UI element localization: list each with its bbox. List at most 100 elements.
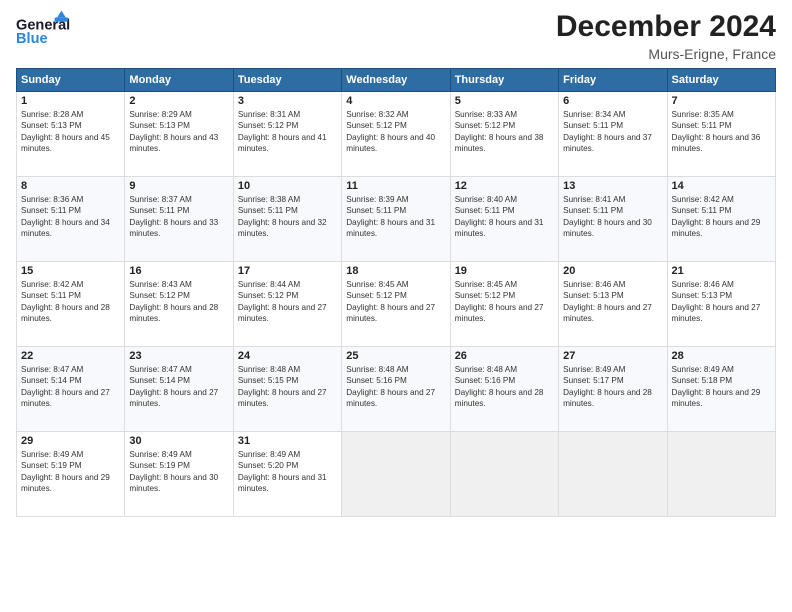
calendar-day-cell: 30 Sunrise: 8:49 AMSunset: 5:19 PMDayligh… [125,432,233,517]
day-number: 11 [346,180,445,192]
calendar-day-cell: 20Sunrise: 8:46 AMSunset: 5:13 PMDayligh… [559,262,667,347]
calendar-day-cell: 6 Sunrise: 8:34 AMSunset: 5:11 PMDaylight… [559,92,667,177]
day-info: Sunrise: 8:29 AMSunset: 5:13 PMDaylight:… [129,109,228,155]
day-number: 31 [238,435,337,447]
day-number: 28 [672,350,771,362]
day-info: Sunrise: 8:46 AMSunset: 5:13 PMDaylight:… [672,279,771,325]
calendar-day-header: Sunday [17,69,125,92]
day-info: Sunrise: 8:38 AMSunset: 5:11 PMDaylight:… [238,194,337,240]
logo-icon: General Blue [16,10,76,54]
calendar-day-cell: 24 Sunrise: 8:48 AMSunset: 5:15 PMDayligh… [233,347,341,432]
day-info: Sunrise: 8:36 AMSunset: 5:11 PMDaylight:… [21,194,120,240]
calendar-week-row: 29Sunrise: 8:49 AMSunset: 5:19 PMDayligh… [17,432,776,517]
day-number: 16 [129,265,228,277]
calendar-day-header: Tuesday [233,69,341,92]
calendar-day-cell: 2 Sunrise: 8:29 AMSunset: 5:13 PMDaylight… [125,92,233,177]
day-info: Sunrise: 8:31 AMSunset: 5:12 PMDaylight:… [238,109,337,155]
day-number: 18 [346,265,445,277]
day-number: 10 [238,180,337,192]
day-number: 14 [672,180,771,192]
day-number: 12 [455,180,554,192]
day-info: Sunrise: 8:42 AMSunset: 5:11 PMDaylight:… [21,279,120,325]
day-info: Sunrise: 8:35 AMSunset: 5:11 PMDaylight:… [672,109,771,155]
day-number: 9 [129,180,228,192]
day-number: 26 [455,350,554,362]
calendar-day-cell: 26 Sunrise: 8:48 AMSunset: 5:16 PMDayligh… [450,347,558,432]
day-info: Sunrise: 8:44 AMSunset: 5:12 PMDaylight:… [238,279,337,325]
calendar-day-cell: 9 Sunrise: 8:37 AMSunset: 5:11 PMDaylight… [125,177,233,262]
day-number: 8 [21,180,120,192]
calendar-day-cell: 10 Sunrise: 8:38 AMSunset: 5:11 PMDayligh… [233,177,341,262]
main-title: December 2024 [556,10,776,44]
calendar-day-cell: 18Sunrise: 8:45 AMSunset: 5:12 PMDayligh… [342,262,450,347]
day-info: Sunrise: 8:49 AMSunset: 5:19 PMDaylight:… [129,449,228,495]
subtitle: Murs-Erigne, France [556,46,776,62]
calendar-day-cell: 31 Sunrise: 8:49 AMSunset: 5:20 PMDayligh… [233,432,341,517]
day-number: 27 [563,350,662,362]
calendar-week-row: 8 Sunrise: 8:36 AMSunset: 5:11 PMDaylight… [17,177,776,262]
page: General Blue December 2024 Murs-Erigne, … [0,0,792,612]
day-info: Sunrise: 8:33 AMSunset: 5:12 PMDaylight:… [455,109,554,155]
day-number: 22 [21,350,120,362]
calendar-day-cell: 19Sunrise: 8:45 AMSunset: 5:12 PMDayligh… [450,262,558,347]
calendar-day-cell: 13 Sunrise: 8:41 AMSunset: 5:11 PMDayligh… [559,177,667,262]
day-info: Sunrise: 8:32 AMSunset: 5:12 PMDaylight:… [346,109,445,155]
calendar-day-cell: 17 Sunrise: 8:44 AMSunset: 5:12 PMDayligh… [233,262,341,347]
day-info: Sunrise: 8:48 AMSunset: 5:15 PMDaylight:… [238,364,337,410]
day-number: 3 [238,95,337,107]
day-number: 6 [563,95,662,107]
day-number: 15 [21,265,120,277]
calendar-day-cell: 27Sunrise: 8:49 AMSunset: 5:17 PMDayligh… [559,347,667,432]
day-number: 30 [129,435,228,447]
day-info: Sunrise: 8:49 AMSunset: 5:18 PMDaylight:… [672,364,771,410]
calendar-day-cell [342,432,450,517]
day-info: Sunrise: 8:49 AMSunset: 5:19 PMDaylight:… [21,449,120,495]
day-info: Sunrise: 8:49 AMSunset: 5:20 PMDaylight:… [238,449,337,495]
day-number: 20 [563,265,662,277]
day-info: Sunrise: 8:28 AMSunset: 5:13 PMDaylight:… [21,109,120,155]
day-info: Sunrise: 8:42 AMSunset: 5:11 PMDaylight:… [672,194,771,240]
day-info: Sunrise: 8:34 AMSunset: 5:11 PMDaylight:… [563,109,662,155]
calendar-day-header: Friday [559,69,667,92]
calendar-day-cell: 28 Sunrise: 8:49 AMSunset: 5:18 PMDayligh… [667,347,775,432]
day-number: 2 [129,95,228,107]
calendar-header-row: SundayMondayTuesdayWednesdayThursdayFrid… [17,69,776,92]
calendar-day-cell [559,432,667,517]
calendar-day-cell: 8 Sunrise: 8:36 AMSunset: 5:11 PMDaylight… [17,177,125,262]
day-info: Sunrise: 8:48 AMSunset: 5:16 PMDaylight:… [346,364,445,410]
day-info: Sunrise: 8:47 AMSunset: 5:14 PMDaylight:… [129,364,228,410]
calendar-day-cell: 3 Sunrise: 8:31 AMSunset: 5:12 PMDaylight… [233,92,341,177]
calendar-day-cell: 11Sunrise: 8:39 AMSunset: 5:11 PMDayligh… [342,177,450,262]
day-number: 17 [238,265,337,277]
calendar-table: SundayMondayTuesdayWednesdayThursdayFrid… [16,68,776,517]
calendar-day-cell: 1 Sunrise: 8:28 AMSunset: 5:13 PMDaylight… [17,92,125,177]
calendar-day-header: Monday [125,69,233,92]
calendar-day-cell: 15 Sunrise: 8:42 AMSunset: 5:11 PMDayligh… [17,262,125,347]
day-info: Sunrise: 8:41 AMSunset: 5:11 PMDaylight:… [563,194,662,240]
calendar-week-row: 22 Sunrise: 8:47 AMSunset: 5:14 PMDayligh… [17,347,776,432]
calendar-day-cell: 23 Sunrise: 8:47 AMSunset: 5:14 PMDayligh… [125,347,233,432]
calendar-week-row: 15 Sunrise: 8:42 AMSunset: 5:11 PMDayligh… [17,262,776,347]
calendar-day-cell: 16 Sunrise: 8:43 AMSunset: 5:12 PMDayligh… [125,262,233,347]
calendar-day-cell: 14 Sunrise: 8:42 AMSunset: 5:11 PMDayligh… [667,177,775,262]
day-info: Sunrise: 8:43 AMSunset: 5:12 PMDaylight:… [129,279,228,325]
day-number: 21 [672,265,771,277]
calendar-day-cell [667,432,775,517]
day-number: 25 [346,350,445,362]
day-info: Sunrise: 8:48 AMSunset: 5:16 PMDaylight:… [455,364,554,410]
day-number: 7 [672,95,771,107]
calendar-day-header: Thursday [450,69,558,92]
calendar-week-row: 1 Sunrise: 8:28 AMSunset: 5:13 PMDaylight… [17,92,776,177]
day-info: Sunrise: 8:37 AMSunset: 5:11 PMDaylight:… [129,194,228,240]
day-info: Sunrise: 8:40 AMSunset: 5:11 PMDaylight:… [455,194,554,240]
day-number: 5 [455,95,554,107]
calendar-day-cell [450,432,558,517]
calendar-day-cell: 21 Sunrise: 8:46 AMSunset: 5:13 PMDayligh… [667,262,775,347]
day-number: 23 [129,350,228,362]
day-number: 1 [21,95,120,107]
calendar-day-cell: 12 Sunrise: 8:40 AMSunset: 5:11 PMDayligh… [450,177,558,262]
calendar-day-cell: 25 Sunrise: 8:48 AMSunset: 5:16 PMDayligh… [342,347,450,432]
day-number: 24 [238,350,337,362]
day-number: 13 [563,180,662,192]
title-area: December 2024 Murs-Erigne, France [556,10,776,62]
